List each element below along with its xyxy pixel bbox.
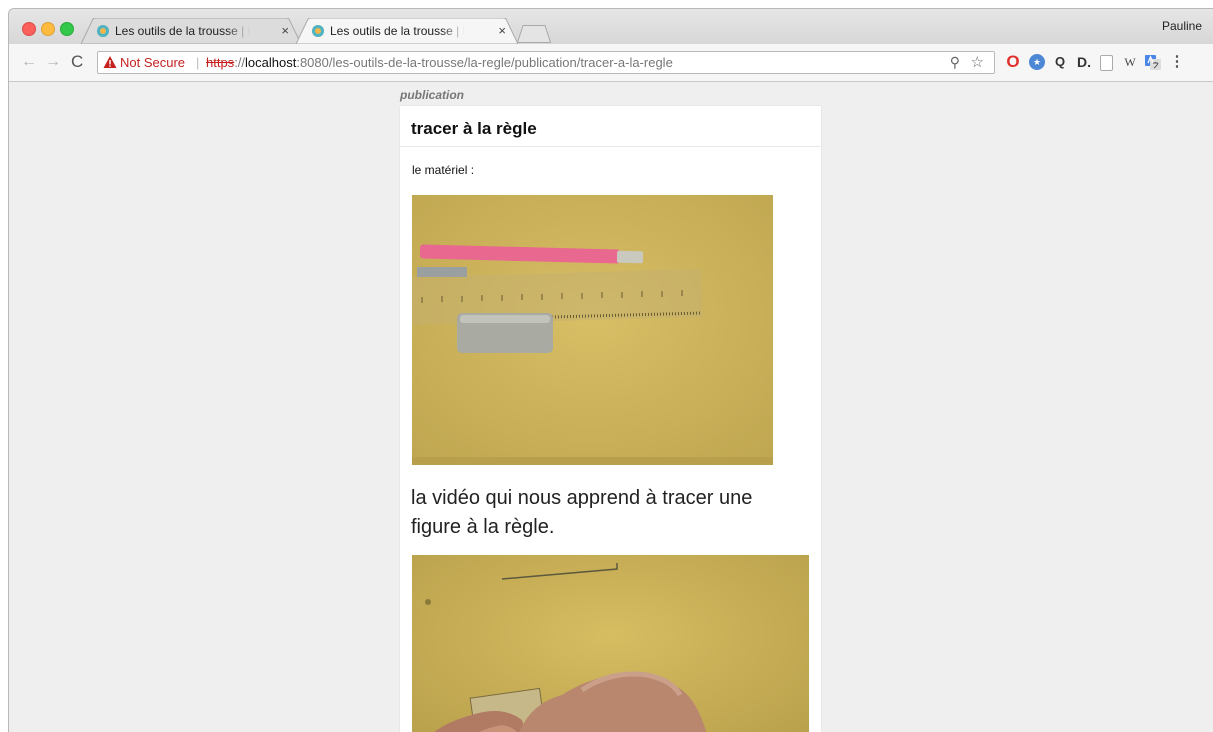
window-minimize-button[interactable] [41,22,55,36]
url-scheme-separator: :// [234,55,246,70]
intro-text: le matériel : [412,163,475,177]
menu-dots-icon[interactable]: ⋮ [1169,54,1185,70]
warning-icon [103,56,117,68]
window-close-button[interactable] [22,22,36,36]
zoom-icon[interactable]: ⚲ [950,54,960,71]
url-path: :8080/les-outils-de-la-trousse/la-regle/… [296,55,673,70]
site-favicon-icon [312,25,324,37]
materials-photo [412,195,773,465]
breadcrumb[interactable]: publication [400,88,464,102]
document-extension-icon[interactable] [1100,55,1113,71]
bookmark-star-icon[interactable]: ☆ [971,53,984,71]
tab-title: Les outils de la trousse | la règle [115,24,250,38]
back-arrow-icon[interactable]: ← [21,53,37,71]
url-host: localhost [245,55,297,70]
browser-window: Les outils de la trousse | la règle × Le… [8,8,1213,732]
window-maximize-button[interactable] [60,22,74,36]
address-bar[interactable]: Not Secure | https://localhost:8080/les-… [97,51,995,74]
browser-toolbar: ← → C Not Secure | https://localhost:808… [9,44,1213,82]
tab-close-icon[interactable]: × [498,23,506,38]
url-text[interactable]: https://localhost:8080/les-outils-de-la-… [206,55,673,70]
forward-arrow-icon[interactable]: → [45,53,61,71]
video-heading: la vidéo qui nous apprend à tracer une f… [411,487,753,538]
address-separator: | [196,55,200,70]
w-extension-icon[interactable]: W [1122,54,1138,70]
tab-inactive[interactable]: Les outils de la trousse | la règle × [81,18,301,44]
translate-extension-icon[interactable] [1145,54,1161,70]
profile-name[interactable]: Pauline [1162,19,1202,33]
tab-close-icon[interactable]: × [281,23,289,38]
url-scheme: https [206,55,235,70]
d-extension-icon[interactable]: D. [1076,54,1092,70]
opera-extension-icon[interactable]: O [1005,53,1021,70]
tab-title: Les outils de la trousse | la règle [330,24,465,38]
new-tab-button[interactable] [517,25,551,43]
video-preview[interactable] [412,555,809,732]
publication-card: tracer à la règle le matériel : la vidéo… [400,106,821,732]
badge-extension-icon[interactable]: ★ [1029,54,1045,70]
security-label[interactable]: Not Secure [120,55,185,70]
page-title: tracer à la règle [411,119,537,138]
tab-active[interactable]: Les outils de la trousse | la règle × [296,18,518,44]
divider [400,146,821,147]
tab-bar: Les outils de la trousse | la règle × Le… [9,9,1213,44]
zoom-extension-icon[interactable]: Q [1052,54,1068,70]
site-favicon-icon [97,25,109,37]
reload-icon[interactable]: C [71,52,83,72]
page-viewport: publication tracer à la règle le matérie… [9,82,1213,732]
